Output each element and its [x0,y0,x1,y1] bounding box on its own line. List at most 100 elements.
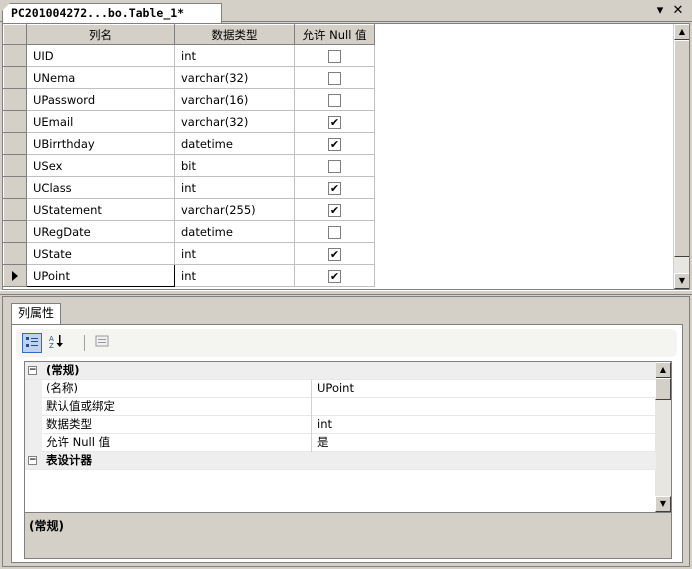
property-row[interactable]: 默认值或绑定 [25,398,656,416]
allow-null-checkbox[interactable] [328,225,341,239]
scroll-down-arrow-icon[interactable]: ▼ [655,496,671,512]
column-row[interactable]: UNema varchar(32) [3,66,375,89]
column-row[interactable]: UID int [3,44,375,67]
scroll-thumb[interactable] [674,40,689,257]
row-selector[interactable] [3,220,27,243]
collapse-icon[interactable]: − [28,366,37,375]
column-properties-panel: 列属性 AZ ▲ ▼ − (常规) (名称) UPoint 默认值或绑定 数据类型 int 允… [2,296,690,567]
allow-null-checkbox[interactable]: ✔ [328,137,341,151]
sort-alphabetical-icon[interactable]: AZ [46,333,66,353]
data-type-cell[interactable]: int [174,176,295,199]
current-row-arrow-icon [12,271,18,281]
header-column-name[interactable]: 列名 [26,24,175,45]
row-selector[interactable] [3,242,27,265]
allow-null-cell [294,154,375,177]
property-row[interactable]: 数据类型 int [25,416,656,434]
column-name-cell[interactable]: UNema [26,66,175,89]
column-name-cell[interactable]: UPassword [26,88,175,111]
property-name: 默认值或绑定 [42,398,312,416]
scroll-down-arrow-icon[interactable]: ▼ [674,273,689,289]
data-type-cell[interactable]: int [174,44,295,67]
column-name-cell[interactable]: UState [26,242,175,265]
allow-null-checkbox[interactable] [328,93,341,107]
allow-null-cell [294,44,375,67]
data-type-cell[interactable]: int [174,242,295,265]
tab-column-properties[interactable]: 列属性 [11,303,62,324]
property-value[interactable]: 是 [313,434,653,452]
property-value[interactable] [313,398,653,416]
close-icon[interactable]: ✕ [670,3,686,19]
column-row[interactable]: UState int ✔ [3,242,375,265]
allow-null-checkbox[interactable]: ✔ [328,115,341,129]
property-value[interactable]: UPoint [313,380,653,398]
property-row[interactable]: (名称) UPoint [25,380,656,398]
column-name-cell[interactable]: USex [26,154,175,177]
column-name-cell[interactable]: UPoint [26,264,175,287]
column-row[interactable]: UPoint int ✔ [3,264,375,287]
property-name: (名称) [42,380,312,398]
column-row[interactable]: UStatement varchar(255) ✔ [3,198,375,221]
data-type-cell[interactable]: varchar(32) [174,110,295,133]
data-type-cell[interactable]: varchar(255) [174,198,295,221]
column-grid: 列名 数据类型 允许 Null 值 UID int UNema varchar(32)… [2,23,690,290]
scroll-up-arrow-icon[interactable]: ▲ [655,362,671,378]
panel-splitter[interactable] [0,290,692,295]
scroll-thumb[interactable] [655,378,671,400]
property-category[interactable]: − 表设计器 [25,452,656,470]
column-row[interactable]: UClass int ✔ [3,176,375,199]
column-name-cell[interactable]: UClass [26,176,175,199]
property-gutter [25,434,42,452]
header-allow-null[interactable]: 允许 Null 值 [294,24,375,45]
data-type-cell[interactable]: bit [174,154,295,177]
grid-vertical-scrollbar[interactable]: ▲ ▼ [673,24,689,289]
column-row[interactable]: URegDate datetime [3,220,375,243]
allow-null-checkbox[interactable] [328,159,341,173]
row-selector[interactable] [3,110,27,133]
collapse-icon[interactable]: − [28,456,37,465]
allow-null-checkbox[interactable] [328,49,341,63]
data-type-cell[interactable]: int [174,264,295,287]
allow-null-checkbox[interactable]: ✔ [328,269,341,283]
property-pages-icon[interactable] [92,333,112,353]
allow-null-checkbox[interactable]: ✔ [328,247,341,261]
document-tab[interactable]: PC201004272...bo.Table_1* [2,3,222,23]
column-name-cell[interactable]: UStatement [26,198,175,221]
property-category[interactable]: − (常规) [25,362,656,380]
header-data-type[interactable]: 数据类型 [174,24,295,45]
data-type-cell[interactable]: datetime [174,220,295,243]
column-name-cell[interactable]: UEmail [26,110,175,133]
tab-list-dropdown-icon[interactable]: ▾ [652,3,668,19]
property-gutter [25,398,42,416]
column-name-cell[interactable]: UBirrthday [26,132,175,155]
allow-null-checkbox[interactable]: ✔ [328,181,341,195]
document-tab-strip: PC201004272...bo.Table_1* ▾ ✕ [0,0,692,23]
column-row[interactable]: UPassword varchar(16) [3,88,375,111]
column-name-cell[interactable]: URegDate [26,220,175,243]
column-row[interactable]: UEmail varchar(32) ✔ [3,110,375,133]
column-row[interactable]: USex bit [3,154,375,177]
allow-null-checkbox[interactable]: ✔ [328,203,341,217]
row-selector[interactable] [3,66,27,89]
row-selector[interactable] [3,132,27,155]
column-name-cell[interactable]: UID [26,44,175,67]
scroll-up-arrow-icon[interactable]: ▲ [674,24,689,40]
data-type-cell[interactable]: varchar(16) [174,88,295,111]
property-grid-scrollbar[interactable]: ▲ ▼ [655,362,671,512]
row-selector-header[interactable] [3,24,27,45]
row-selector[interactable] [3,176,27,199]
allow-null-checkbox[interactable] [328,71,341,85]
row-selector[interactable] [3,198,27,221]
row-selector[interactable] [3,44,27,67]
property-row[interactable]: 允许 Null 值是 [25,434,656,452]
allow-null-cell: ✔ [294,242,375,265]
data-type-cell[interactable]: varchar(32) [174,66,295,89]
property-name: 允许 Null 值 [42,434,312,452]
categorized-icon[interactable] [22,333,42,353]
property-value[interactable]: int [313,416,653,434]
row-selector[interactable] [3,264,27,287]
column-row[interactable]: UBirrthday datetime ✔ [3,132,375,155]
data-type-cell[interactable]: datetime [174,132,295,155]
row-selector[interactable] [3,154,27,177]
row-selector[interactable] [3,88,27,111]
allow-null-cell: ✔ [294,198,375,221]
